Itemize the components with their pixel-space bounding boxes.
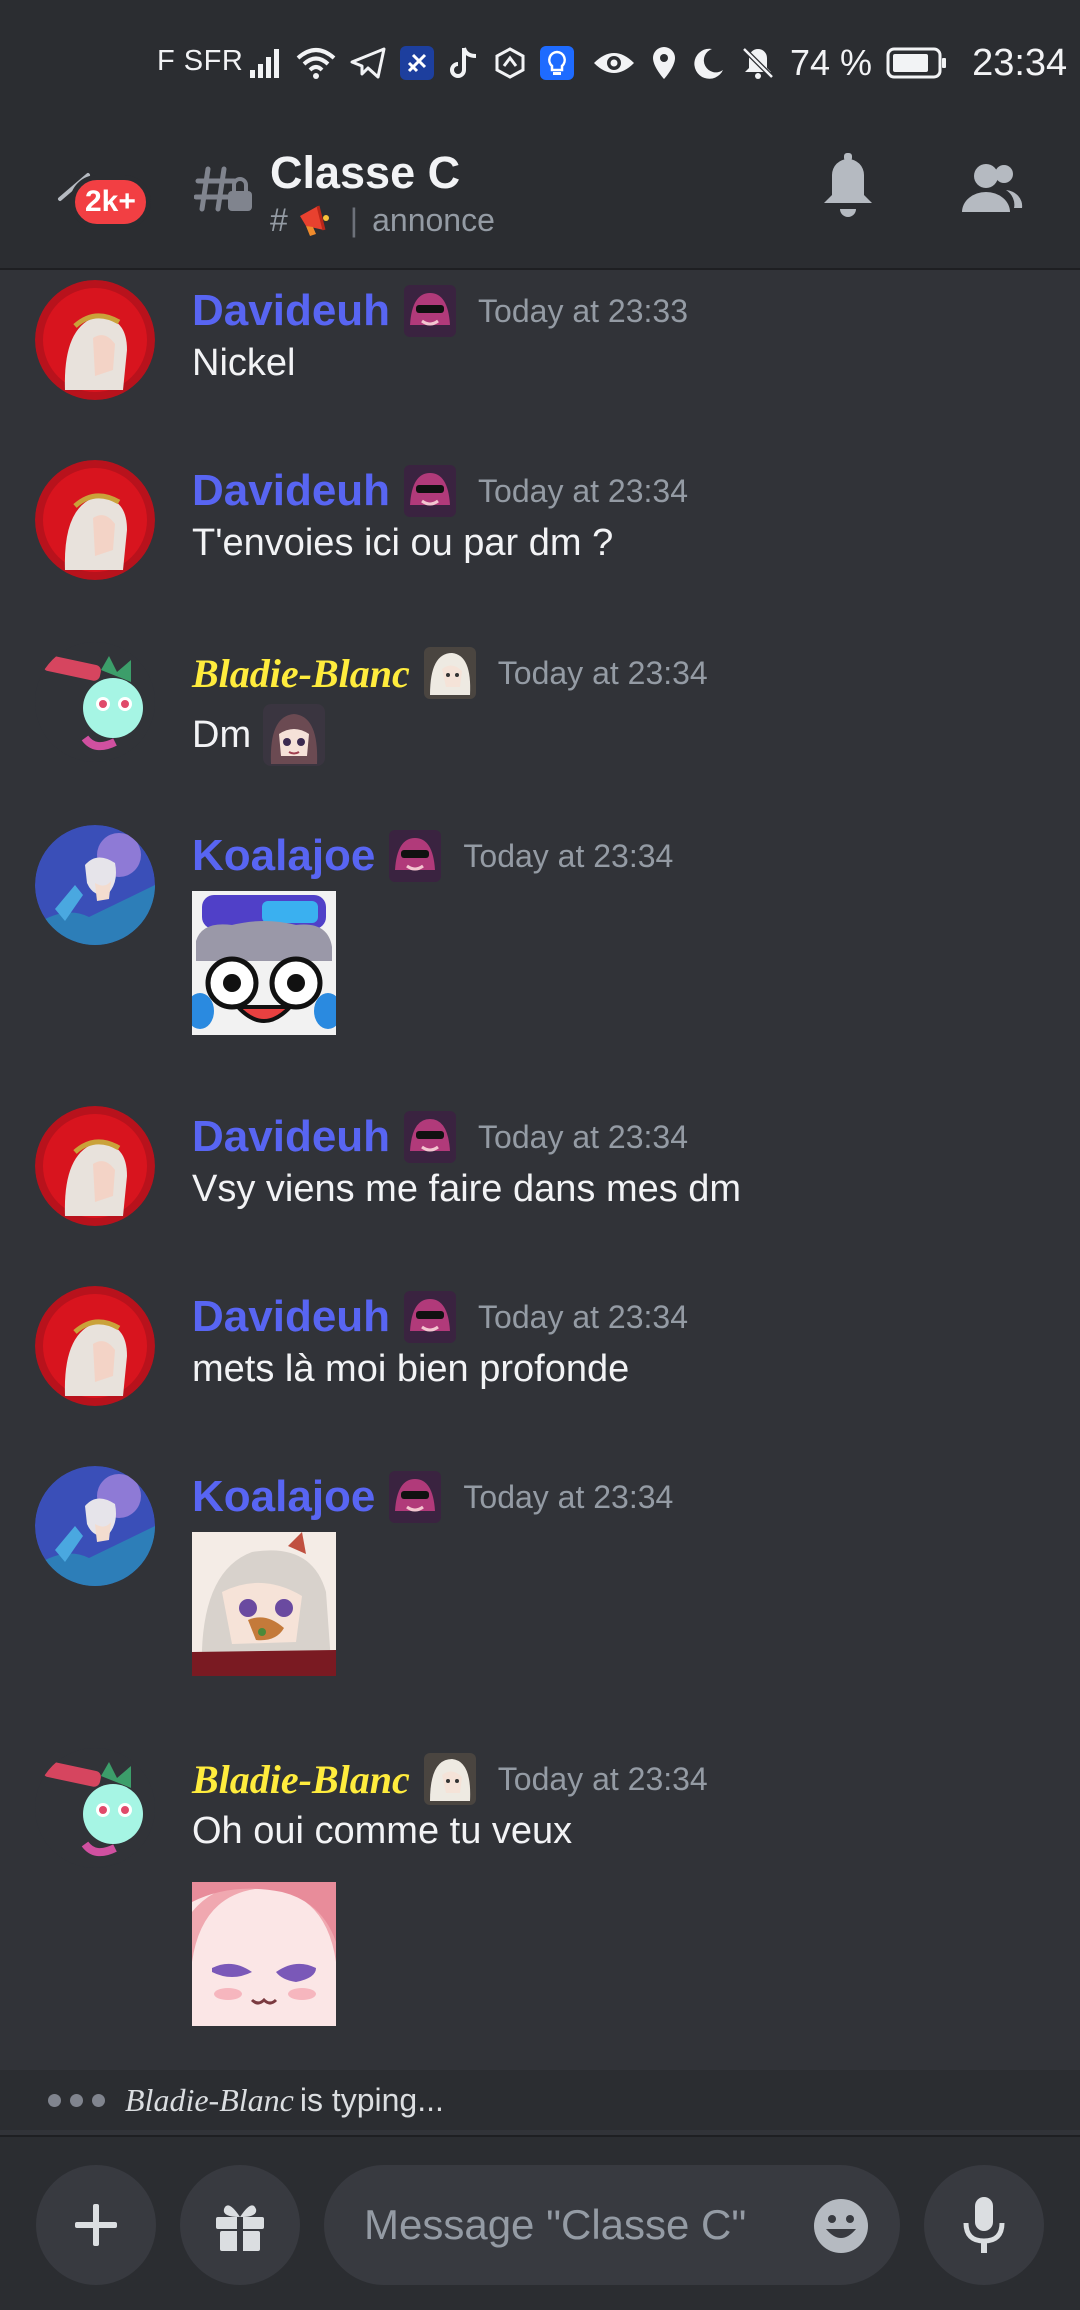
typing-dots	[48, 2093, 105, 2107]
message-body: Dm	[192, 704, 326, 766]
message-header: Davideuh Today at 23:34	[192, 460, 688, 522]
telegram-icon	[350, 47, 386, 79]
author-name[interactable]: Koalajoe	[192, 1472, 375, 1522]
message-text: Dm	[192, 713, 252, 756]
bell-off-icon	[742, 47, 774, 79]
channel-threads-icon	[194, 166, 252, 212]
user-avatar[interactable]	[35, 1106, 155, 1226]
channel-title[interactable]: Classe C	[270, 147, 460, 199]
add-attachment-button[interactable]	[36, 2165, 156, 2285]
role-icon	[423, 647, 476, 699]
carrier-label: F SFR	[157, 45, 244, 77]
role-icon	[404, 1291, 457, 1343]
message-text: mets là moi bien profonde	[192, 1348, 630, 1390]
custom-emoji[interactable]	[263, 704, 326, 766]
user-avatar[interactable]	[35, 460, 155, 580]
message-composer: Message "Classe C"	[0, 2135, 1080, 2310]
message-timestamp: Today at 23:34	[478, 472, 688, 509]
system-icons: 74 % 23:34	[592, 38, 1067, 88]
topic-divider: |	[349, 201, 359, 238]
bulb-app-icon	[540, 46, 574, 80]
author-name[interactable]: Davideuh	[192, 286, 390, 336]
wifi-icon	[296, 48, 336, 79]
battery-percent: 74 %	[790, 42, 873, 83]
message-header: Koalajoe Today at 23:34	[192, 1466, 673, 1528]
author-name[interactable]: Bladie-Blanc	[192, 1756, 410, 1803]
message-text: T'envoies ici ou par dm ?	[192, 522, 614, 564]
author-name[interactable]: Davideuh	[192, 1112, 390, 1162]
role-icon	[389, 1471, 442, 1523]
voice-message-button[interactable]	[924, 2165, 1044, 2285]
moon-icon	[694, 48, 723, 79]
message-list[interactable]: Davideuh Today at 23:33 Nickel Davideuh …	[0, 272, 1080, 2062]
sticker-image[interactable]	[192, 1882, 336, 2026]
message-header: Bladie-Blanc Today at 23:34	[192, 1748, 708, 1810]
message-timestamp: Today at 23:34	[463, 837, 674, 874]
user-avatar[interactable]	[35, 825, 155, 945]
message-timestamp: Today at 23:34	[478, 1118, 688, 1155]
member-list-icon[interactable]	[958, 158, 1024, 218]
typing-indicator: Bladie-Blanc is typing...	[0, 2070, 1080, 2130]
megaphone-icon	[299, 205, 329, 236]
location-icon	[653, 47, 675, 79]
user-avatar[interactable]	[35, 280, 155, 400]
unread-badge: 2k+	[70, 175, 151, 229]
clock: 23:34	[972, 41, 1068, 84]
message-header: Davideuh Today at 23:33	[192, 280, 688, 342]
sticker-image[interactable]	[192, 891, 336, 1035]
message-text: Vsy viens me faire dans mes dm	[192, 1168, 742, 1210]
tiktok-icon	[450, 47, 477, 78]
author-name[interactable]: Davideuh	[192, 1292, 390, 1342]
message-header: Koalajoe Today at 23:34	[192, 825, 673, 887]
message-timestamp: Today at 23:34	[478, 1298, 688, 1335]
author-name[interactable]: Bladie-Blanc	[192, 650, 410, 697]
user-avatar[interactable]	[35, 1748, 155, 1868]
sticker-image[interactable]	[192, 1532, 336, 1676]
gift-button[interactable]	[180, 2165, 300, 2285]
role-icon	[404, 465, 457, 517]
app-icon	[400, 46, 434, 80]
typing-suffix: is typing...	[299, 2081, 444, 2118]
author-name[interactable]: Davideuh	[192, 466, 390, 516]
microphone-icon	[963, 2197, 1005, 2253]
message-text: Oh oui comme tu veux	[192, 1810, 573, 1852]
emoji-picker-icon[interactable]	[812, 2197, 870, 2255]
eye-icon	[594, 53, 634, 73]
message-timestamp: Today at 23:33	[478, 292, 688, 329]
channel-hash: #	[270, 201, 288, 238]
battery-icon	[886, 47, 947, 79]
notification-icons	[248, 38, 574, 88]
message-input-placeholder: Message "Classe C"	[364, 2201, 747, 2248]
message-timestamp: Today at 23:34	[497, 654, 708, 691]
message-timestamp: Today at 23:34	[497, 1760, 708, 1797]
role-icon	[404, 1111, 457, 1163]
app-icon	[495, 47, 525, 79]
message-header: Davideuh Today at 23:34	[192, 1286, 688, 1348]
notification-bell-icon[interactable]	[818, 153, 878, 223]
typing-user: Bladie-Blanc	[125, 2081, 294, 2118]
message-text: Nickel	[192, 342, 296, 384]
signal-icon	[250, 49, 279, 78]
user-avatar[interactable]	[35, 1466, 155, 1586]
role-icon	[423, 1753, 476, 1805]
plus-icon	[75, 2204, 117, 2246]
channel-header: 2k+ Classe C # | annonce	[0, 125, 1080, 270]
message-header: Davideuh Today at 23:34	[192, 1106, 688, 1168]
channel-topic-text: annonce	[372, 201, 495, 238]
message-timestamp: Today at 23:34	[463, 1478, 674, 1515]
status-bar: F SFR 74 % 23:34	[0, 0, 1080, 125]
role-icon	[404, 285, 457, 337]
user-avatar[interactable]	[35, 642, 155, 762]
message-header: Bladie-Blanc Today at 23:34	[192, 642, 708, 704]
gift-icon	[216, 2205, 264, 2253]
message-input[interactable]: Message "Classe C"	[324, 2165, 900, 2285]
user-avatar[interactable]	[35, 1286, 155, 1406]
role-icon	[389, 830, 442, 882]
channel-topic[interactable]: # | annonce	[270, 200, 495, 240]
author-name[interactable]: Koalajoe	[192, 831, 375, 881]
